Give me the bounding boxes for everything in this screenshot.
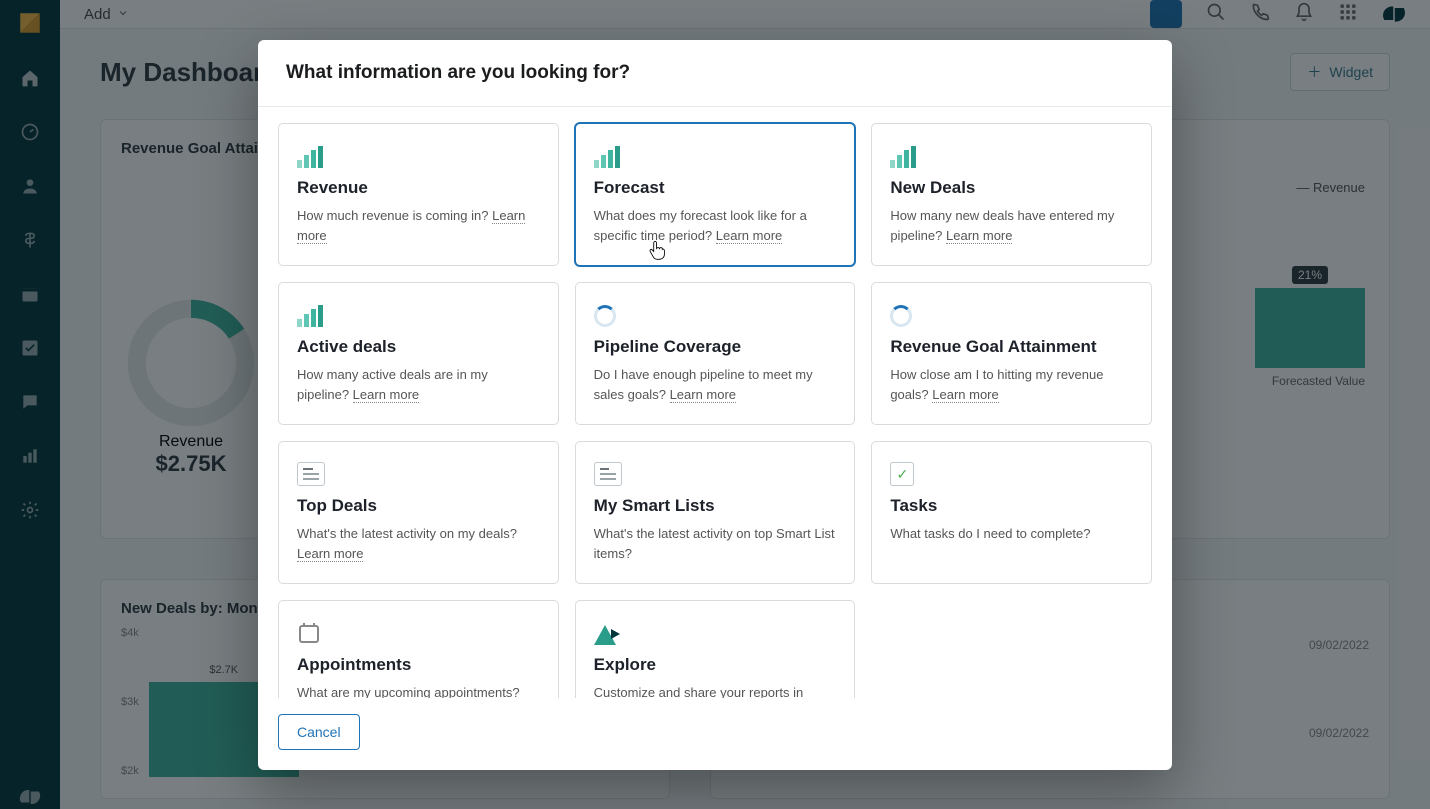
learn-more-link[interactable]: Learn more xyxy=(297,546,363,562)
tile-title: Top Deals xyxy=(297,496,540,516)
tile-active-deals[interactable]: Active deals How many active deals are i… xyxy=(278,282,559,425)
tile-explore[interactable]: Explore Customize and share your reports… xyxy=(575,600,856,698)
tile-title: My Smart Lists xyxy=(594,496,837,516)
widget-picker-modal: What information are you looking for? Re… xyxy=(258,40,1172,770)
tile-desc: Customize and share your reports in Expl… xyxy=(594,685,804,698)
learn-more-link[interactable]: Learn more xyxy=(932,387,998,403)
modal-footer: Cancel xyxy=(258,698,1172,770)
check-icon: ✓ xyxy=(890,460,1133,486)
list-icon xyxy=(297,460,540,486)
spinner-icon xyxy=(890,301,1133,327)
tile-title: Active deals xyxy=(297,337,540,357)
tile-title: Revenue Goal Attainment xyxy=(890,337,1133,357)
learn-more-link[interactable]: Learn more xyxy=(946,228,1012,244)
calendar-icon xyxy=(297,619,540,645)
tile-revenue[interactable]: Revenue How much revenue is coming in? L… xyxy=(278,123,559,266)
tile-title: Revenue xyxy=(297,178,540,198)
tile-top-deals[interactable]: Top Deals What's the latest activity on … xyxy=(278,441,559,584)
tile-forecast[interactable]: Forecast What does my forecast look like… xyxy=(575,123,856,266)
bar-chart-icon xyxy=(297,142,540,168)
tile-appointments[interactable]: Appointments What are my upcoming appoin… xyxy=(278,600,559,698)
modal-header: What information are you looking for? xyxy=(258,40,1172,107)
explore-icon xyxy=(594,619,837,645)
tile-title: Pipeline Coverage xyxy=(594,337,837,357)
list-icon xyxy=(594,460,837,486)
tile-title: Appointments xyxy=(297,655,540,675)
cancel-button[interactable]: Cancel xyxy=(278,714,360,750)
modal-title: What information are you looking for? xyxy=(286,62,1144,84)
tile-smart-lists[interactable]: My Smart Lists What's the latest activit… xyxy=(575,441,856,584)
tile-pipeline-coverage[interactable]: Pipeline Coverage Do I have enough pipel… xyxy=(575,282,856,425)
tile-tasks[interactable]: ✓ Tasks What tasks do I need to complete… xyxy=(871,441,1152,584)
modal-body: Revenue How much revenue is coming in? L… xyxy=(258,107,1172,698)
learn-more-link[interactable]: Learn more xyxy=(353,387,419,403)
tile-title: New Deals xyxy=(890,178,1133,198)
bar-chart-icon xyxy=(297,301,540,327)
tile-new-deals[interactable]: New Deals How many new deals have entere… xyxy=(871,123,1152,266)
tile-desc: How much revenue is coming in? xyxy=(297,208,488,223)
tile-title: Forecast xyxy=(594,178,837,198)
spinner-icon xyxy=(594,301,837,327)
tile-revenue-goal-attainment[interactable]: Revenue Goal Attainment How close am I t… xyxy=(871,282,1152,425)
learn-more-link[interactable]: Learn more xyxy=(670,387,736,403)
tile-desc: What's the latest activity on top Smart … xyxy=(594,526,835,561)
tile-desc: What's the latest activity on my deals? xyxy=(297,526,517,541)
tile-title: Explore xyxy=(594,655,837,675)
tile-title: Tasks xyxy=(890,496,1133,516)
tile-desc: What tasks do I need to complete? xyxy=(890,526,1090,541)
bar-chart-icon xyxy=(890,142,1133,168)
learn-more-link[interactable]: Learn more xyxy=(716,228,782,244)
tile-desc: What are my upcoming appointments? xyxy=(297,685,520,698)
bar-chart-icon xyxy=(594,142,837,168)
